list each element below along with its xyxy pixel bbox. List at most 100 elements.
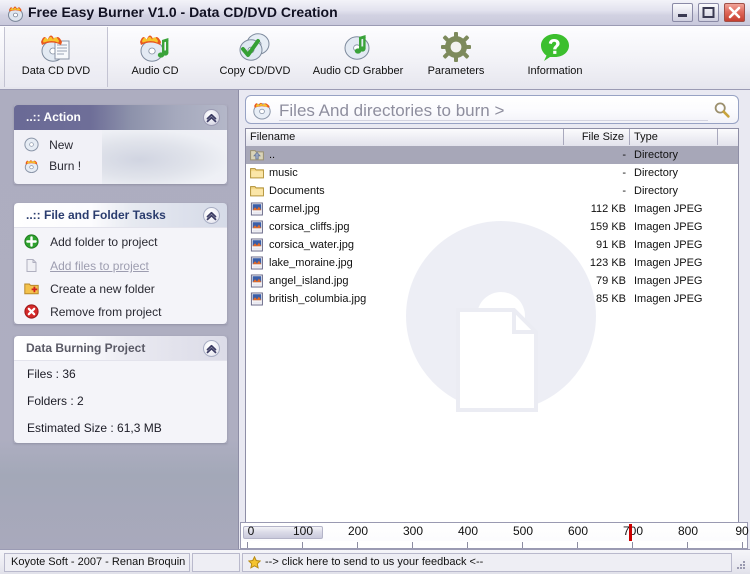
file-name: carmel.jpg <box>269 203 320 215</box>
ruler-tick <box>577 542 578 548</box>
status-spacer <box>192 553 240 572</box>
cd-burn-icon <box>252 100 272 120</box>
ruler-tick <box>357 542 358 548</box>
action-item-burn[interactable]: Burn ! <box>14 156 227 177</box>
toolbar-button-copy-cd-dvd[interactable]: Copy CD/DVD <box>205 27 305 87</box>
chevron-up-icon[interactable] <box>203 207 220 224</box>
file-type: Imagen JPEG <box>634 293 703 305</box>
toolbar-button-data-cd-dvd[interactable]: Data CD DVD <box>4 27 108 87</box>
action-item-label: Burn ! <box>49 159 82 173</box>
cd-burn-icon <box>7 4 24 22</box>
window-controls <box>670 3 745 23</box>
file-size: - <box>622 185 626 197</box>
task-remove-from-project[interactable]: Remove from project <box>14 301 227 324</box>
file-list[interactable]: Filename File Size Type .. - Directory m… <box>245 128 739 574</box>
path-search-bar[interactable]: Files And directories to burn > <box>245 95 739 124</box>
table-row[interactable]: Documents - Directory <box>246 182 738 200</box>
minimize-button[interactable] <box>671 3 693 22</box>
status-feedback[interactable]: --> click here to send to us your feedba… <box>242 553 732 572</box>
chevron-up-icon[interactable] <box>203 340 220 357</box>
file-name: lake_moraine.jpg <box>269 257 353 269</box>
action-item-new[interactable]: New <box>14 130 227 156</box>
column-label: Type <box>634 131 658 143</box>
ruler-tick <box>522 542 523 548</box>
file-size: 85 KB <box>596 293 626 305</box>
task-label: Remove from project <box>50 305 162 319</box>
task-create-new-folder[interactable]: Create a new folder <box>14 278 227 301</box>
ruler-tick <box>632 542 633 548</box>
main-content: Files And directories to burn > Filename… <box>240 90 750 574</box>
file-size: - <box>622 149 626 161</box>
table-row[interactable]: corsica_water.jpg 91 KB Imagen JPEG <box>246 236 738 254</box>
resize-grip[interactable] <box>735 559 747 571</box>
status-credits: Koyote Soft - 2007 - Renan Broquin <box>4 553 190 572</box>
ruler-label: 0 <box>247 524 255 538</box>
star-icon <box>247 555 262 569</box>
panel-action-body: New Burn ! <box>14 130 227 184</box>
file-size: - <box>622 167 626 179</box>
stat-files: Files : 36 <box>27 367 76 381</box>
panel-tasks-body: Add folder to project Add files to proje… <box>14 228 227 324</box>
column-header-type[interactable]: Type <box>630 129 718 145</box>
audio-cd-icon <box>138 30 172 64</box>
task-add-folder-to-project[interactable]: Add folder to project <box>14 228 227 255</box>
search-icon[interactable] <box>713 101 731 119</box>
title-bar: Free Easy Burner V1.0 - Data CD/DVD Crea… <box>0 0 750 26</box>
action-item-label: New <box>49 138 74 152</box>
task-add-files-to-project[interactable]: Add files to project <box>14 255 227 278</box>
ruler-label: 600 <box>567 524 589 538</box>
copy-cd-dvd-icon <box>238 30 272 64</box>
new-folder-icon <box>24 281 39 296</box>
jpeg-file-icon <box>250 220 264 234</box>
folder-icon <box>250 166 264 180</box>
toolbar-button-parameters[interactable]: Parameters <box>412 27 500 87</box>
toolbar-label: Information <box>527 65 583 77</box>
sidebar: ..:: Action New Burn ! ..:: File and Fol… <box>0 90 239 549</box>
stat-estimated-size: Estimated Size : 61,3 MB <box>27 421 162 435</box>
folder-icon <box>250 184 264 198</box>
column-header-filename[interactable]: Filename <box>246 129 564 145</box>
file-name: music <box>269 167 298 179</box>
column-header-filesize[interactable]: File Size <box>564 129 630 145</box>
toolbar-button-audio-cd-grabber[interactable]: Audio CD Grabber <box>303 27 413 87</box>
table-row[interactable]: corsica_cliffs.jpg 159 KB Imagen JPEG <box>246 218 738 236</box>
file-list-header: Filename File Size Type <box>246 129 738 147</box>
file-name: corsica_water.jpg <box>269 239 354 251</box>
ruler-label: 400 <box>457 524 479 538</box>
ruler-tick <box>247 542 248 548</box>
ruler-tick <box>687 542 688 548</box>
file-name: Documents <box>269 185 325 197</box>
ruler-label: 200 <box>347 524 369 538</box>
capacity-ruler[interactable]: 0 100 200 300 400 500 600 700 800 90 <box>240 522 749 549</box>
toolbar-button-audio-cd[interactable]: Audio CD <box>110 27 200 87</box>
table-row[interactable]: angel_island.jpg 79 KB Imagen JPEG <box>246 272 738 290</box>
maximize-button[interactable] <box>697 3 719 22</box>
remove-red-x-icon <box>24 304 39 319</box>
jpeg-file-icon <box>250 256 264 270</box>
file-list-body: .. - Directory music - Directory Documen… <box>246 146 738 574</box>
column-label: File Size <box>581 131 624 143</box>
ruler-tick <box>742 542 743 548</box>
toolbar-button-information[interactable]: Information <box>508 27 602 87</box>
file-size: 112 KB <box>590 203 626 215</box>
table-row[interactable]: .. - Directory <box>246 146 738 164</box>
file-list-wrapper: Filename File Size Type .. - Directory m… <box>245 128 739 574</box>
table-row[interactable]: lake_moraine.jpg 123 KB Imagen JPEG <box>246 254 738 272</box>
panel-tasks-header: ..:: File and Folder Tasks <box>14 203 227 228</box>
task-label: Add files to project <box>50 259 149 273</box>
status-feedback-label: --> click here to send to us your feedba… <box>265 556 484 568</box>
ruler-tick <box>302 542 303 548</box>
file-type: Imagen JPEG <box>634 221 703 233</box>
table-row[interactable]: music - Directory <box>246 164 738 182</box>
panel-project-header: Data Burning Project <box>14 336 227 361</box>
chevron-up-icon[interactable] <box>203 109 220 126</box>
table-row[interactable]: carmel.jpg 112 KB Imagen JPEG <box>246 200 738 218</box>
column-header-extra[interactable] <box>718 129 738 145</box>
close-button[interactable] <box>724 3 745 22</box>
ruler-label: 700 <box>622 524 644 538</box>
path-underline <box>279 120 708 121</box>
add-green-plus-icon <box>24 234 39 249</box>
burn-disc-icon <box>24 158 39 174</box>
table-row[interactable]: british_columbia.jpg 85 KB Imagen JPEG <box>246 290 738 308</box>
ruler-tick <box>412 542 413 548</box>
